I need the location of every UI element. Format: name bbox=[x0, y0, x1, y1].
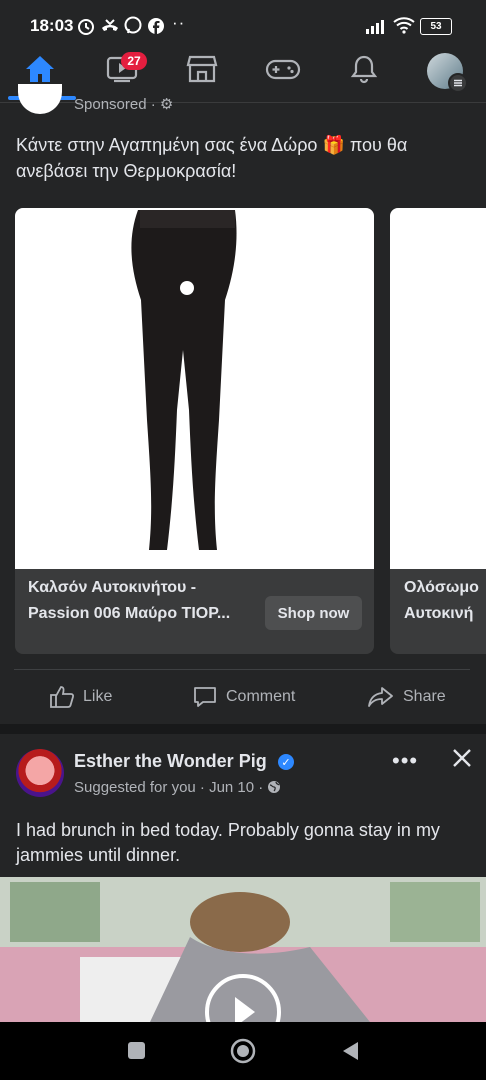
product-image[interactable] bbox=[15, 208, 374, 569]
wifi-icon bbox=[393, 17, 415, 34]
battery-icon: 53 bbox=[420, 18, 452, 35]
video-thumbnail bbox=[0, 877, 486, 1022]
card-title: Ολόσωμο Αυτοκινή bbox=[404, 579, 479, 622]
post-text: Κάντε στην Αγαπημένη σας ένα Δώρο 🎁 που … bbox=[16, 135, 408, 181]
post-meta: Suggested for you · Jun 10 · bbox=[74, 779, 281, 796]
share-label: Share bbox=[403, 688, 446, 705]
page-avatar[interactable] bbox=[16, 749, 64, 797]
globe-icon bbox=[268, 781, 281, 793]
recent-apps-button[interactable] bbox=[128, 1042, 145, 1059]
post-meta-text: Suggested for you · Jun 10 · bbox=[74, 779, 268, 796]
divider bbox=[14, 669, 470, 670]
tights-illustration bbox=[131, 210, 237, 550]
share-button[interactable]: Share bbox=[367, 682, 446, 712]
card-title: Καλσόν Αυτοκινήτου - Passion 006 Μαύρο Τ… bbox=[28, 579, 231, 622]
close-icon[interactable] bbox=[450, 746, 474, 770]
status-overflow-dots: ·· bbox=[172, 13, 186, 32]
comment-icon bbox=[194, 687, 216, 707]
post-separator bbox=[0, 724, 486, 734]
signal-icon bbox=[366, 20, 384, 34]
like-button[interactable]: Like bbox=[49, 682, 112, 712]
comment-label: Comment bbox=[226, 688, 296, 705]
home-button[interactable] bbox=[230, 1038, 256, 1064]
verified-badge-icon: ✓ bbox=[278, 754, 294, 770]
nav-marketplace-tab[interactable] bbox=[172, 45, 232, 93]
gaming-icon bbox=[265, 59, 301, 80]
nav-video-tab[interactable] bbox=[92, 45, 152, 93]
menu-icon[interactable] bbox=[448, 73, 468, 93]
more-options-icon[interactable]: ••• bbox=[392, 748, 418, 774]
comment-button[interactable]: Comment bbox=[192, 682, 295, 712]
viber-icon bbox=[124, 16, 142, 34]
status-time: 18:03 bbox=[30, 16, 74, 35]
sponsored-label: Sponsored · ⚙ bbox=[74, 96, 174, 113]
shop-now-button[interactable]: Shop now bbox=[265, 596, 362, 630]
home-icon bbox=[26, 56, 54, 82]
back-button[interactable] bbox=[340, 1040, 360, 1062]
alarm-icon bbox=[78, 19, 94, 35]
missed-call-icon bbox=[102, 19, 118, 31]
product-image[interactable] bbox=[390, 208, 486, 569]
page-name[interactable]: Esther the Wonder Pig bbox=[74, 751, 267, 772]
thumbs-up-icon bbox=[50, 686, 75, 708]
nav-notifications-tab[interactable] bbox=[334, 45, 394, 93]
post-text: I had brunch in bed today. Probably gonn… bbox=[16, 820, 440, 865]
nav-gaming-tab[interactable] bbox=[253, 45, 313, 93]
like-label: Like bbox=[83, 688, 113, 705]
carousel-card-2[interactable]: Ολόσωμο Αυτοκινή bbox=[390, 208, 486, 654]
bell-icon bbox=[350, 55, 378, 84]
marketplace-icon bbox=[186, 55, 218, 83]
carousel-card-1[interactable]: Καλσόν Αυτοκινήτου - Passion 006 Μαύρο Τ… bbox=[15, 208, 374, 654]
post-video[interactable] bbox=[0, 877, 486, 1022]
advertiser-avatar[interactable] bbox=[18, 84, 62, 114]
share-icon bbox=[368, 687, 393, 707]
facebook-status-icon bbox=[148, 18, 164, 34]
video-notification-badge: 27 bbox=[121, 52, 147, 70]
